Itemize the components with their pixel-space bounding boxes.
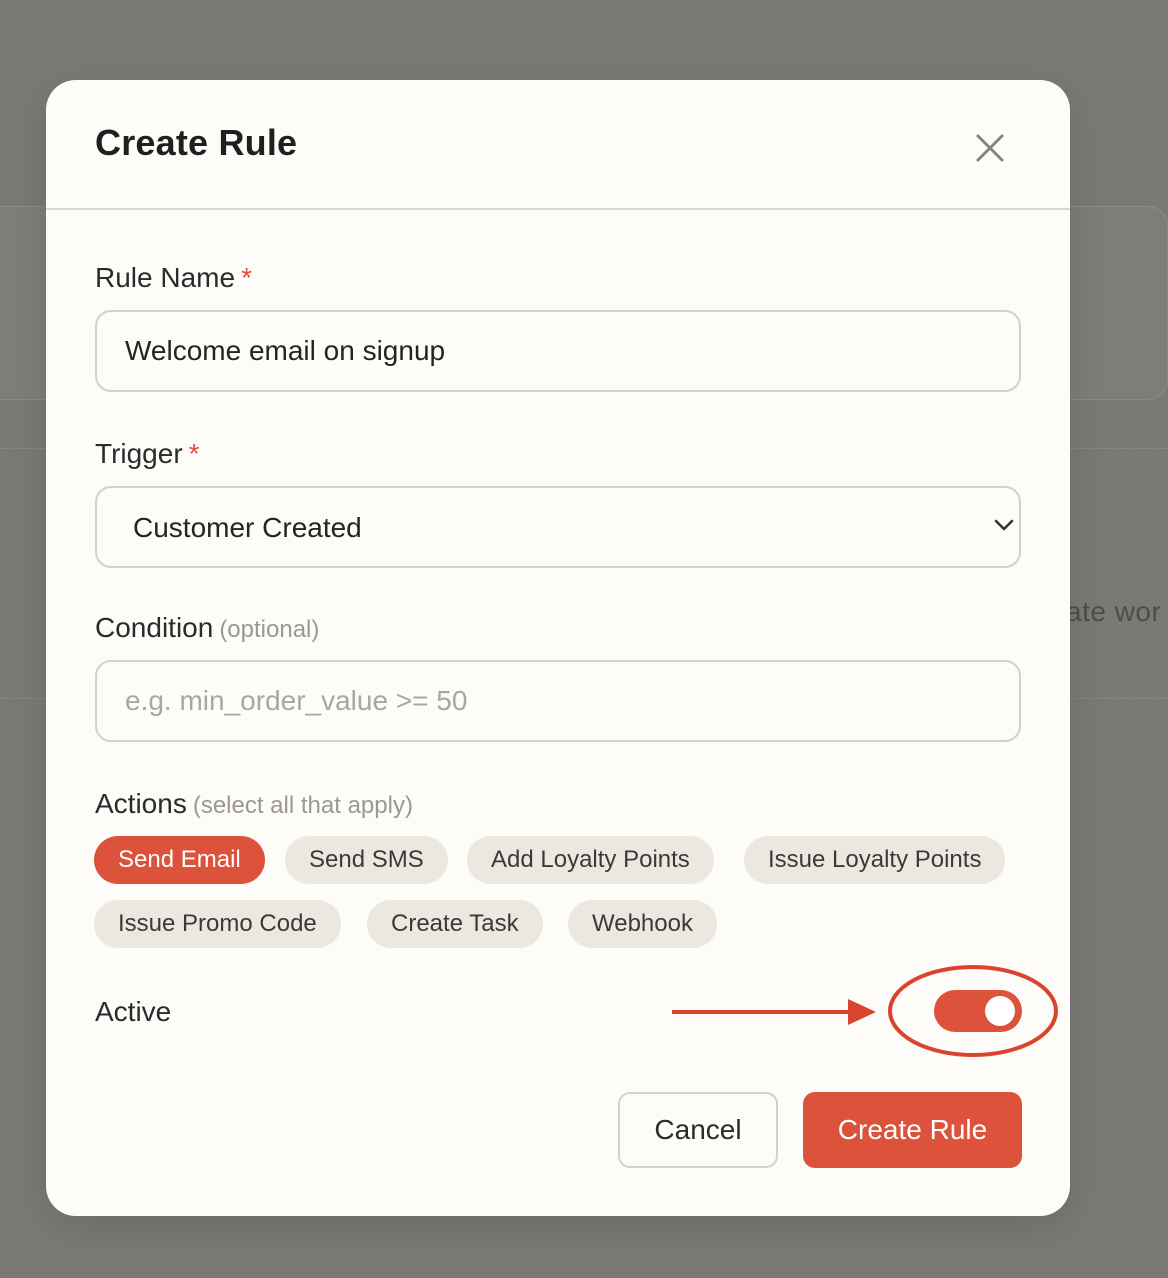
chevron-down-icon: [994, 519, 1014, 531]
close-button[interactable]: [966, 124, 1014, 172]
background-text: ate wor: [1066, 596, 1162, 627]
rule-name-label: Rule Name *: [95, 262, 252, 294]
condition-label: Condition (optional): [95, 612, 319, 644]
action-chip-issue-loyalty-points[interactable]: Issue Loyalty Points: [744, 836, 1006, 884]
modal-title: Create Rule: [95, 122, 298, 163]
modal-header: Create Rule: [46, 80, 1070, 210]
condition-label-text: Condition: [95, 612, 214, 643]
create-rule-modal: Create Rule Rule Name* Trigger* Customer…: [46, 80, 1070, 1216]
action-chip-send-email[interactable]: Send Email: [94, 836, 265, 884]
toggle-knob: [985, 996, 1015, 1026]
action-chip-create-task[interactable]: Create Task: [367, 900, 543, 948]
close-icon: [976, 134, 1004, 162]
create-rule-button[interactable]: Create Rule: [803, 1092, 1022, 1168]
required-mark: *: [241, 262, 252, 293]
actions-label: Actions (select all that apply): [95, 788, 413, 820]
action-chip-send-sms[interactable]: Send SMS: [285, 836, 448, 884]
rule-name-input[interactable]: [95, 310, 1021, 392]
rule-name-label-text: Rule Name: [95, 262, 236, 293]
required-mark: *: [188, 438, 200, 469]
trigger-select[interactable]: Customer Created: [95, 486, 1021, 568]
trigger-label: Trigger *: [95, 438, 200, 470]
action-chip-add-loyalty-points[interactable]: Add Loyalty Points: [467, 836, 714, 884]
cancel-button[interactable]: Cancel: [618, 1092, 778, 1168]
condition-hint: (optional): [219, 616, 320, 643]
actions-hint: (select all that apply): [192, 792, 413, 819]
action-chip-webhook[interactable]: Webhook: [568, 900, 717, 948]
active-toggle[interactable]: [934, 990, 1022, 1032]
trigger-label-text: Trigger: [95, 438, 183, 469]
condition-input[interactable]: [95, 660, 1021, 742]
trigger-selected-value: Customer Created: [133, 512, 362, 543]
action-chip-issue-promo-code[interactable]: Issue Promo Code: [94, 900, 341, 948]
active-label: Active: [95, 996, 172, 1027]
actions-label-text: Actions: [95, 788, 187, 819]
